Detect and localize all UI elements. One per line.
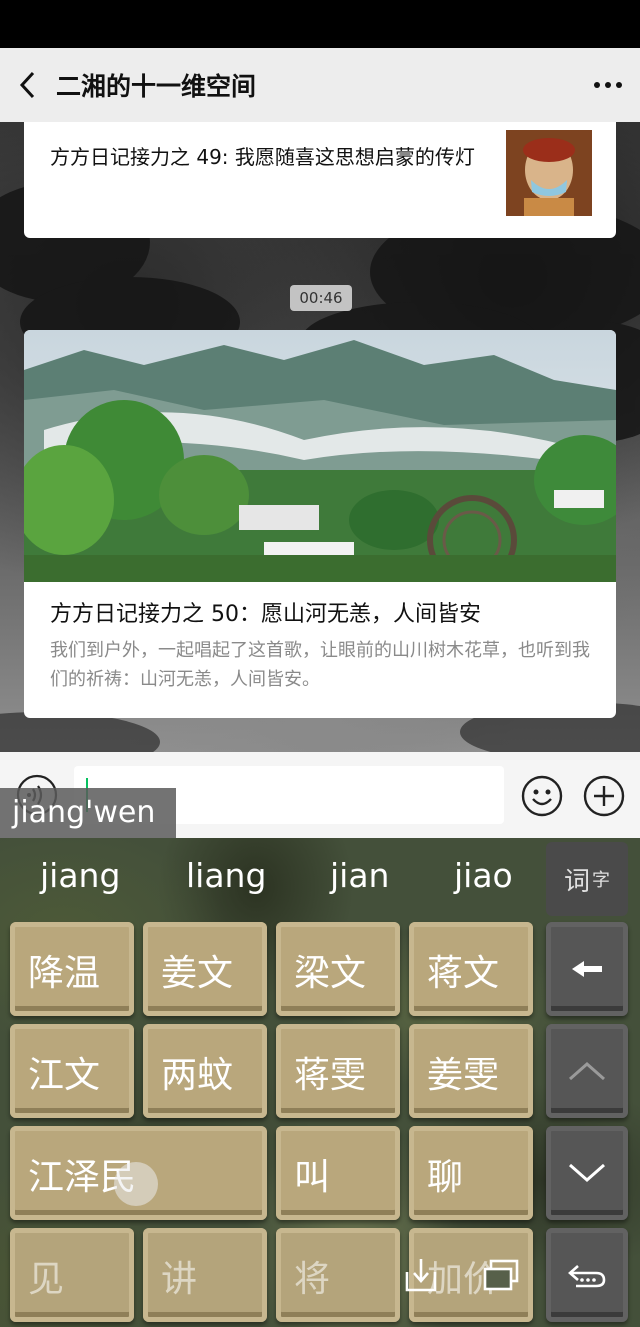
- download-icon[interactable]: [404, 1256, 438, 1294]
- back-button[interactable]: [0, 48, 56, 122]
- candidate-key[interactable]: 蒋文: [409, 922, 533, 1016]
- candidate-key[interactable]: 蒋雯: [276, 1024, 400, 1118]
- page-down-key[interactable]: [546, 1126, 628, 1220]
- chevron-left-icon: [19, 71, 35, 99]
- more-icon: [594, 82, 622, 88]
- return-icon: [568, 1265, 606, 1288]
- more-button[interactable]: [576, 48, 640, 122]
- backspace-icon: [572, 961, 602, 977]
- timestamp: 00:46: [290, 285, 352, 311]
- toggle-char-label: 字: [592, 870, 610, 891]
- page-title: 二湘的十一维空间: [56, 72, 257, 101]
- candidate-key[interactable]: 讲: [143, 1228, 267, 1322]
- return-key[interactable]: [546, 1228, 628, 1322]
- ime-keyboard: jiang liang jian jiao 词字 降温 姜文 梁文 蒋文 江文 …: [0, 838, 640, 1327]
- article-title: 方方日记接力之 50：愿山河无恙，人间皆安: [50, 602, 481, 627]
- candidate-key[interactable]: 聊: [409, 1126, 533, 1220]
- article-title: 方方日记接力之 49: 我愿随喜这思想启蒙的传灯: [50, 145, 475, 169]
- pinyin-candidate[interactable]: jiao: [454, 856, 513, 895]
- article-card-49[interactable]: 方方日记接力之 49: 我愿随喜这思想启蒙的传灯: [24, 122, 616, 238]
- pinyin-composition: jiang'wen: [0, 788, 176, 838]
- candidate-key[interactable]: 梁文: [276, 922, 400, 1016]
- candidate-key[interactable]: 见: [10, 1228, 134, 1322]
- candidate-key[interactable]: 两蚊: [143, 1024, 267, 1118]
- emoji-icon[interactable]: [520, 774, 564, 818]
- chevron-down-icon: [569, 1163, 605, 1183]
- page-up-key[interactable]: [546, 1024, 628, 1118]
- candidate-key[interactable]: 叫: [276, 1126, 400, 1220]
- candidate-key[interactable]: 江文: [10, 1024, 134, 1118]
- article-thumbnail: [506, 130, 592, 216]
- article-cover-image: [24, 330, 616, 582]
- touch-indicator: [114, 1162, 158, 1206]
- chat-area[interactable]: 方方日记接力之 49: 我愿随喜这思想启蒙的传灯 00:46 方方日记接力之 5…: [0, 122, 640, 752]
- pinyin-candidate[interactable]: liang: [186, 856, 266, 895]
- candidate-key[interactable]: 将: [276, 1228, 400, 1322]
- chevron-up-icon: [569, 1061, 605, 1081]
- plus-icon[interactable]: [582, 774, 626, 818]
- nav-bar: 二湘的十一维空间: [0, 48, 640, 122]
- status-bar: [0, 0, 640, 48]
- pinyin-candidate[interactable]: jian: [330, 856, 389, 895]
- backspace-key[interactable]: [546, 922, 628, 1016]
- article-card-50[interactable]: 方方日记接力之 50：愿山河无恙，人间皆安 我们到户外，一起唱起了这首歌，让眼前…: [24, 330, 616, 718]
- pinyin-candidate-row: jiang liang jian jiao 词字: [0, 838, 640, 918]
- word-char-toggle[interactable]: 词字: [546, 842, 628, 916]
- article-description: 我们到户外，一起唱起了这首歌，让眼前的山川树木花草，也听到我们的祈祷：山河无恙，…: [50, 640, 590, 690]
- candidate-key[interactable]: 姜文: [143, 922, 267, 1016]
- candidate-key[interactable]: 姜雯: [409, 1024, 533, 1118]
- toggle-word-label: 词: [563, 866, 590, 897]
- window-icon[interactable]: [482, 1258, 520, 1292]
- candidate-key[interactable]: 降温: [10, 922, 134, 1016]
- pinyin-candidate[interactable]: jiang: [40, 856, 120, 895]
